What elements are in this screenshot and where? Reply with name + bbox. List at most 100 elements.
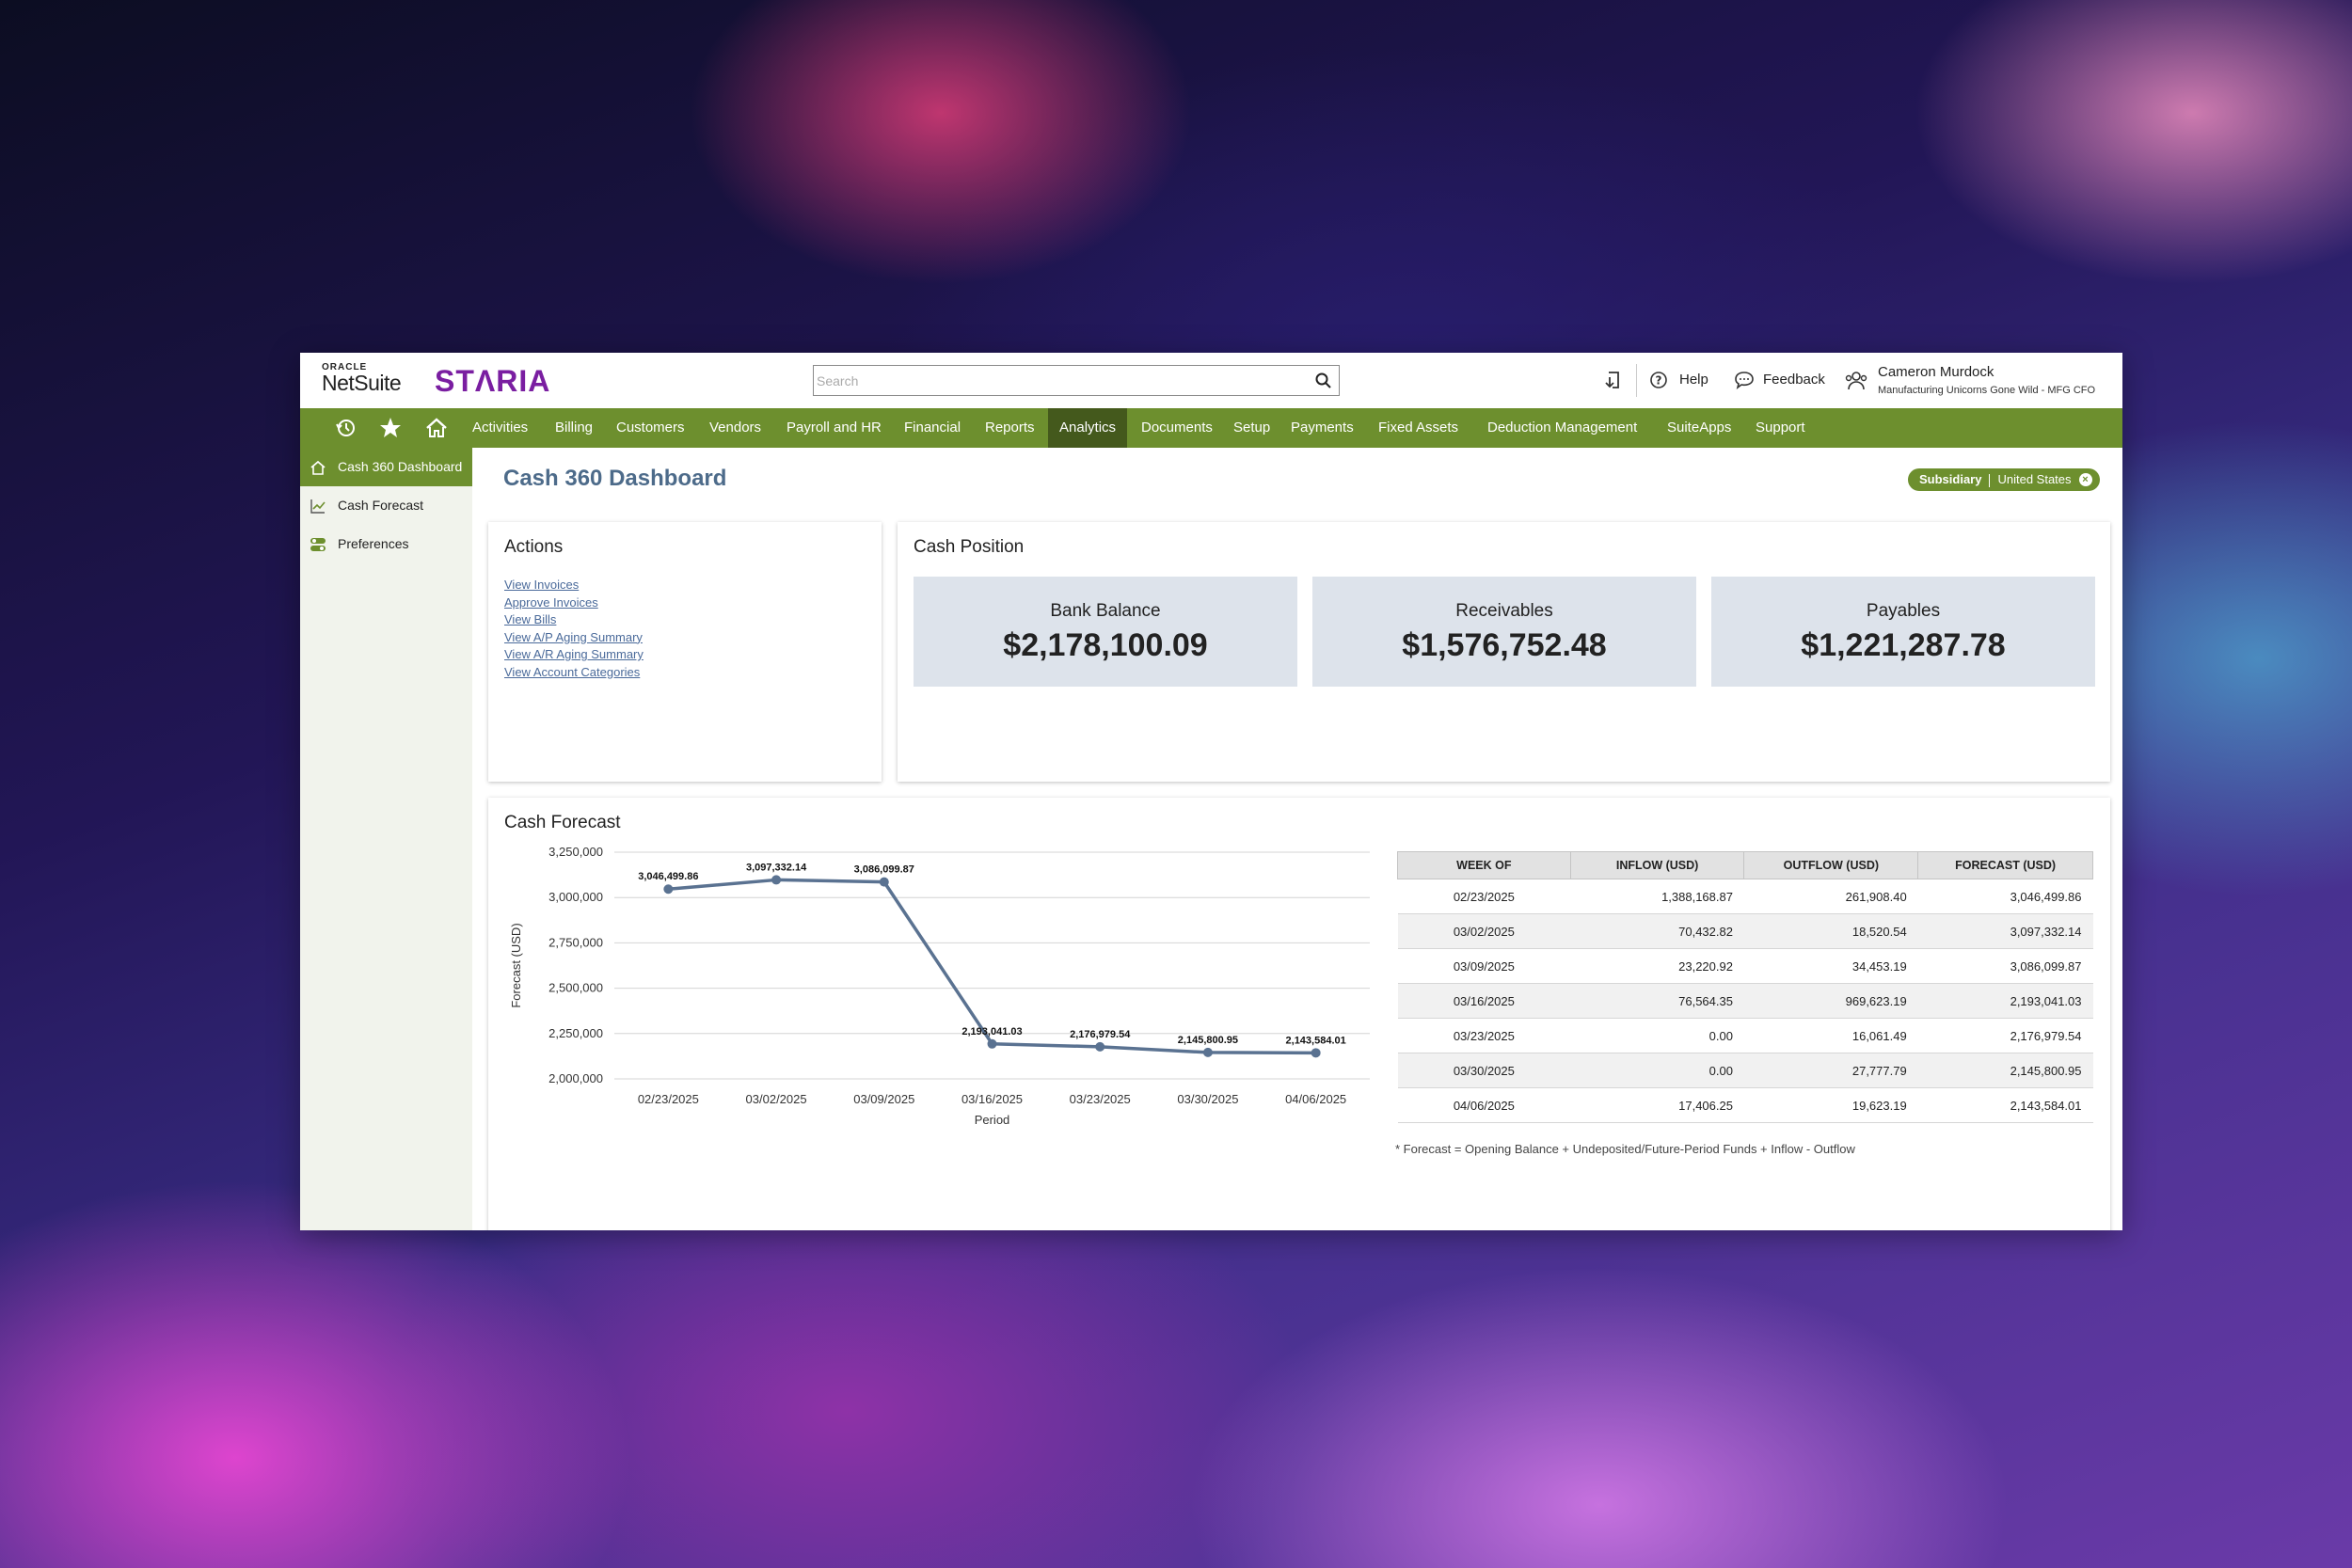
- nav-setup[interactable]: Setup: [1222, 408, 1281, 448]
- nav-analytics[interactable]: Analytics: [1048, 408, 1128, 448]
- sidebar: Cash 360 Dashboard Cash Forecast Prefere…: [300, 448, 472, 1230]
- favorites-star-icon[interactable]: [378, 416, 403, 440]
- cell-inflow: 23,220.92: [1570, 948, 1744, 984]
- view-ap-aging-summary-link[interactable]: View A/P Aging Summary: [504, 629, 644, 647]
- line-chart-icon: [310, 499, 326, 514]
- x-axis-title: Period: [975, 1113, 1010, 1127]
- subsidiary-filter-chip[interactable]: Subsidiary United States ×: [1908, 468, 2100, 491]
- cell-inflow: 17,406.25: [1570, 1087, 1744, 1123]
- netsuite-logo[interactable]: ORACLE NetSuite: [322, 362, 402, 396]
- view-invoices-link[interactable]: View Invoices: [504, 577, 644, 594]
- column-header-forecast[interactable]: FORECAST (USD): [1917, 851, 2093, 879]
- nav-deduction-management[interactable]: Deduction Management: [1476, 408, 1648, 448]
- kpi-value: $2,178,100.09: [1003, 627, 1208, 663]
- user-role[interactable]: Manufacturing Unicorns Gone Wild - MFG C…: [1878, 385, 2095, 396]
- data-point: [879, 877, 889, 887]
- cash-forecast-title: Cash Forecast: [504, 813, 621, 832]
- cell-inflow: 1,388,168.87: [1570, 879, 1744, 914]
- user-role-icon[interactable]: [1844, 369, 1868, 393]
- cell-forecast: 3,097,332.14: [1917, 913, 2093, 949]
- nav-reports[interactable]: Reports: [974, 408, 1046, 448]
- cell-week-of: 03/30/2025: [1397, 1053, 1571, 1088]
- actions-list: View Invoices Approve Invoices View Bill…: [504, 577, 644, 681]
- y-tick-label: 2,750,000: [548, 935, 603, 949]
- help-link[interactable]: Help: [1679, 372, 1708, 388]
- payables-tile: Payables $1,221,287.78: [1711, 577, 2095, 687]
- recent-history-icon[interactable]: [334, 416, 358, 440]
- cell-week-of: 03/02/2025: [1397, 913, 1571, 949]
- nav-fixed-assets[interactable]: Fixed Assets: [1367, 408, 1470, 448]
- table-row: 03/16/2025 76,564.35 969,623.19 2,193,04…: [1397, 983, 2093, 1019]
- data-point: [1311, 1048, 1321, 1058]
- kpi-value: $1,221,287.78: [1801, 627, 2006, 663]
- cell-outflow: 34,453.19: [1743, 948, 1918, 984]
- sidebar-item-preferences[interactable]: Preferences: [300, 525, 472, 563]
- nav-support[interactable]: Support: [1744, 408, 1817, 448]
- netsuite-label: NetSuite: [322, 371, 402, 395]
- nav-documents[interactable]: Documents: [1130, 408, 1224, 448]
- kpi-label: Payables: [1866, 601, 1941, 621]
- main-navigation: Activities Billing Customers Vendors Pay…: [300, 408, 2122, 448]
- cash-position-title: Cash Position: [914, 537, 1025, 557]
- search-icon[interactable]: [1314, 372, 1333, 390]
- x-tick-label: 04/06/2025: [1285, 1092, 1346, 1106]
- feedback-link[interactable]: Feedback: [1763, 372, 1825, 388]
- sidebar-item-cash-forecast[interactable]: Cash Forecast: [300, 486, 472, 525]
- cell-outflow: 261,908.40: [1743, 879, 1918, 914]
- cell-week-of: 03/23/2025: [1397, 1018, 1571, 1053]
- nav-vendors[interactable]: Vendors: [698, 408, 772, 448]
- nav-payments[interactable]: Payments: [1279, 408, 1365, 448]
- home-icon[interactable]: [424, 416, 449, 440]
- approve-invoices-link[interactable]: Approve Invoices: [504, 594, 644, 612]
- nav-billing[interactable]: Billing: [544, 408, 604, 448]
- cell-inflow: 0.00: [1570, 1018, 1744, 1053]
- data-label: 3,097,332.14: [746, 862, 807, 873]
- cell-forecast: 2,176,979.54: [1917, 1018, 2093, 1053]
- view-ar-aging-summary-link[interactable]: View A/R Aging Summary: [504, 646, 644, 664]
- view-account-categories-link[interactable]: View Account Categories: [504, 664, 644, 682]
- staria-logo: STΛRIA: [435, 364, 551, 398]
- x-tick-label: 03/16/2025: [961, 1092, 1023, 1106]
- cell-week-of: 02/23/2025: [1397, 879, 1571, 914]
- help-icon[interactable]: ?: [1649, 371, 1668, 389]
- data-point: [771, 875, 782, 885]
- recent-records-icon[interactable]: [1601, 368, 1626, 392]
- kpi-label: Bank Balance: [1050, 601, 1161, 621]
- netsuite-window: ORACLE NetSuite STΛRIA ? Help Feedback: [300, 353, 2122, 1230]
- table-header-row: WEEK OF INFLOW (USD) OUTFLOW (USD) FOREC…: [1397, 851, 2093, 879]
- search-input[interactable]: [817, 370, 1296, 392]
- data-label: 2,193,041.03: [961, 1026, 1022, 1037]
- cell-inflow: 0.00: [1570, 1053, 1744, 1088]
- home-icon: [310, 460, 326, 475]
- table-row: 03/30/2025 0.00 27,777.79 2,145,800.95: [1397, 1053, 2093, 1088]
- data-label: 2,145,800.95: [1178, 1035, 1238, 1046]
- cash-forecast-line-chart: 2,000,000 2,250,000 2,500,000 2,750,000 3,00…: [509, 845, 1370, 1127]
- nav-payroll-and-hr[interactable]: Payroll and HR: [775, 408, 893, 448]
- forecast-footnote: * Forecast = Opening Balance + Undeposit…: [1395, 1142, 1855, 1156]
- user-name[interactable]: Cameron Murdock: [1878, 364, 1994, 380]
- cell-outflow: 18,520.54: [1743, 913, 1918, 949]
- feedback-icon[interactable]: [1734, 371, 1755, 389]
- column-header-inflow[interactable]: INFLOW (USD): [1569, 851, 1745, 879]
- table-row: 04/06/2025 17,406.25 19,623.19 2,143,584…: [1397, 1087, 2093, 1123]
- nav-customers[interactable]: Customers: [605, 408, 696, 448]
- remove-filter-icon[interactable]: ×: [2078, 473, 2092, 486]
- sidebar-item-cash-360-dashboard[interactable]: Cash 360 Dashboard: [300, 448, 472, 486]
- cell-week-of: 04/06/2025: [1397, 1087, 1571, 1123]
- cell-forecast: 3,086,099.87: [1917, 948, 2093, 984]
- nav-activities[interactable]: Activities: [461, 408, 539, 448]
- nav-suiteapps[interactable]: SuiteApps: [1656, 408, 1742, 448]
- cell-outflow: 16,061.49: [1743, 1018, 1918, 1053]
- data-label: 3,086,099.87: [854, 864, 914, 876]
- y-tick-label: 2,000,000: [548, 1071, 603, 1085]
- column-header-week-of[interactable]: WEEK OF: [1397, 851, 1571, 879]
- view-bills-link[interactable]: View Bills: [504, 611, 644, 629]
- global-search[interactable]: [813, 365, 1340, 396]
- column-header-outflow[interactable]: OUTFLOW (USD): [1743, 851, 1919, 879]
- x-tick-label: 03/02/2025: [746, 1092, 807, 1106]
- cash-forecast-card: Cash Forecast 2,000,000 2,250,000 2,500,00…: [488, 798, 2110, 1230]
- nav-financial[interactable]: Financial: [893, 408, 972, 448]
- actions-card: Actions View Invoices Approve Invoices V…: [488, 522, 882, 782]
- table-row: 03/02/2025 70,432.82 18,520.54 3,097,332…: [1397, 913, 2093, 949]
- data-point: [1202, 1047, 1213, 1057]
